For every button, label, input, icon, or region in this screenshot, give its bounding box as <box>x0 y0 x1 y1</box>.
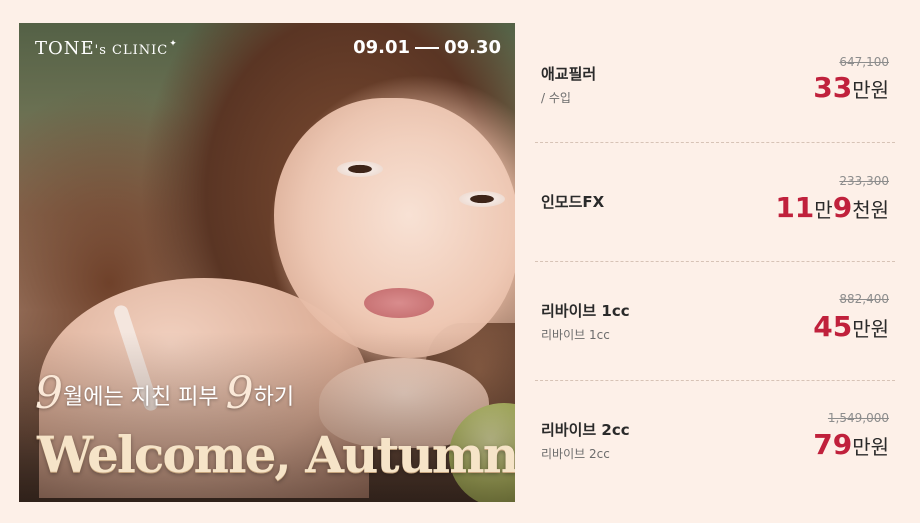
item-name: 리바이브 2cc <box>541 421 630 439</box>
price-item[interactable]: 애교필러 / 수입 647,100 33만원 <box>535 23 895 142</box>
event-date-range: 09.01 09.30 <box>353 37 501 58</box>
sale-price: 45만원 <box>813 310 889 343</box>
item-subtitle: 리바이브 1cc <box>541 328 610 342</box>
original-price: 882,400 <box>839 292 889 306</box>
price-list: 애교필러 / 수입 647,100 33만원 인모드FX 233,300 11만… <box>535 23 895 499</box>
date-start: 09.01 <box>353 37 411 58</box>
promo-banner-image[interactable]: TONE's CLINIC✦ 09.01 09.30 9월에는 지친 피부 9하기… <box>19 23 515 502</box>
sparkle-icon: ✦ <box>169 39 178 49</box>
item-subtitle: 리바이브 2cc <box>541 447 610 461</box>
item-name: 리바이브 1cc <box>541 302 630 320</box>
price-item[interactable]: 리바이브 1cc 리바이브 1cc 882,400 45만원 <box>535 261 895 380</box>
date-end: 09.30 <box>444 37 501 58</box>
welcome-autumn-title: Welcome, Autumn! <box>37 425 515 484</box>
sale-price: 79만원 <box>813 428 889 461</box>
original-price: 233,300 <box>839 174 889 188</box>
model-eye-left <box>337 161 383 177</box>
price-item[interactable]: 인모드FX 233,300 11만9천원 <box>535 142 895 261</box>
sale-price: 11만9천원 <box>775 191 889 224</box>
clinic-logo: TONE's CLINIC✦ <box>35 38 178 59</box>
model-lips <box>364 288 434 318</box>
item-subtitle: / 수입 <box>541 91 571 105</box>
model-eye-right <box>459 191 505 207</box>
date-dash <box>415 47 440 49</box>
item-name: 애교필러 <box>541 65 597 83</box>
item-name: 인모드FX <box>541 193 605 211</box>
price-item[interactable]: 리바이브 2cc 리바이브 2cc 1,549,000 79만원 <box>535 380 895 499</box>
original-price: 647,100 <box>839 55 889 69</box>
original-price: 1,549,000 <box>827 411 889 425</box>
banner-headline: 9월에는 지친 피부 9하기 <box>35 368 295 419</box>
sale-price: 33만원 <box>813 71 889 104</box>
